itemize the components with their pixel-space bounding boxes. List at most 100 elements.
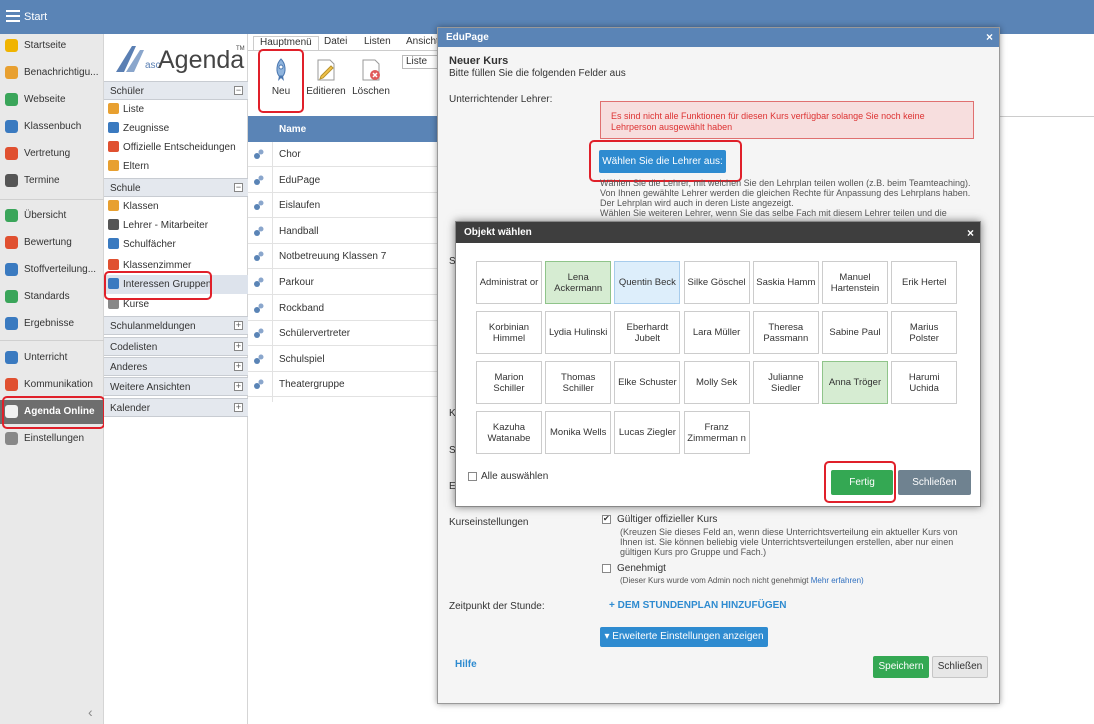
tree-item[interactable]: Liste xyxy=(104,100,248,119)
save-button[interactable]: Speichern xyxy=(873,656,929,678)
approved-checkbox[interactable] xyxy=(602,564,611,573)
teacher-tile[interactable]: Saskia Hamm xyxy=(752,261,819,304)
teacher-tile[interactable]: Franz Zimmerman n xyxy=(683,411,750,454)
teacher-tile[interactable]: Elke Schuster xyxy=(614,361,681,404)
tree-item[interactable]: Zeugnisse xyxy=(104,119,248,138)
list-row[interactable]: Schülervertreter xyxy=(248,321,438,347)
list-row[interactable]: EduPage xyxy=(248,168,438,193)
teacher-tile[interactable]: Thomas Schiller xyxy=(545,361,612,404)
expand-icon[interactable]: + xyxy=(234,382,243,391)
sidebar-item[interactable]: Einstellungen xyxy=(0,427,104,451)
teacher-tile[interactable]: Lucas Ziegler xyxy=(614,411,681,454)
tab-ansicht[interactable]: Ansicht xyxy=(406,36,437,51)
expand-icon[interactable]: + xyxy=(234,321,243,330)
tree-item[interactable]: Lehrer - Mitarbeiter xyxy=(104,216,248,235)
sidebar-item[interactable]: Kommunikation xyxy=(0,373,104,397)
teacher-tile[interactable]: Harumi Uchida xyxy=(891,361,958,404)
sidebar-item[interactable]: Webseite xyxy=(0,88,104,112)
group-icon xyxy=(253,149,264,160)
teacher-tile[interactable]: Monika Wells xyxy=(545,411,612,454)
tab-datei[interactable]: Datei xyxy=(324,36,347,51)
view-select[interactable]: Liste xyxy=(402,55,438,69)
collapse-icon[interactable]: − xyxy=(234,183,243,192)
sidebar-item[interactable]: Übersicht xyxy=(0,204,104,228)
tree-section-header[interactable]: Schüler − xyxy=(104,81,248,100)
tree-section-header[interactable]: Schule − xyxy=(104,178,248,197)
picker-close-button[interactable]: Schließen xyxy=(898,470,971,495)
teacher-tile[interactable]: Administrat or xyxy=(476,261,542,304)
add-to-schedule-link[interactable]: + DEM STUNDENPLAN HINZUFÜGEN xyxy=(609,600,787,611)
teacher-tile[interactable]: Theresa Passmann xyxy=(752,311,819,354)
select-all-checkbox[interactable] xyxy=(468,472,477,481)
sidebar-item[interactable]: Benachrichtigu... xyxy=(0,61,104,85)
list-row[interactable]: Theatergruppe xyxy=(248,372,438,398)
tree-section-header[interactable]: Schulanmeldungen + xyxy=(104,316,248,335)
sidebar-item[interactable]: Ergebnisse xyxy=(0,312,104,336)
tab-listen[interactable]: Listen xyxy=(364,36,391,51)
teacher-tile[interactable]: Sabine Paul xyxy=(822,311,888,354)
edit-button[interactable]: Editieren xyxy=(304,54,348,112)
advanced-settings-button[interactable]: ▾ Erweiterte Einstellungen anzeigen xyxy=(600,627,768,647)
dialog-close-icon[interactable]: × xyxy=(986,30,993,44)
sidebar-item[interactable]: Startseite xyxy=(0,34,104,58)
tree-section-header[interactable]: Weitere Ansichten + xyxy=(104,377,248,396)
tree-section-header[interactable]: Kalender + xyxy=(104,398,248,417)
teacher-tile[interactable]: Lydia Hulinski xyxy=(545,311,612,354)
teacher-tile[interactable]: Erik Hertel xyxy=(891,261,958,304)
tree-item-label: Klassen xyxy=(123,201,159,212)
tree-item-icon xyxy=(108,141,119,152)
teacher-tile[interactable]: Lara Müller xyxy=(683,311,750,354)
tree-section-header[interactable]: Codelisten + xyxy=(104,337,248,356)
teacher-tile[interactable]: Anna Tröger xyxy=(822,361,888,404)
close-button[interactable]: Schließen xyxy=(932,656,988,678)
tree-section-header[interactable]: Anderes + xyxy=(104,357,248,376)
teacher-tile[interactable]: Manuel Hartenstein xyxy=(822,261,888,304)
teacher-tile[interactable]: Kazuha Watanabe xyxy=(476,411,542,454)
official-course-checkbox[interactable] xyxy=(602,514,611,524)
collapse-sidebar-icon[interactable]: ‹ xyxy=(88,704,93,720)
teacher-tile[interactable]: Lena Ackermann xyxy=(545,261,612,304)
sidebar-item[interactable]: Bewertung xyxy=(0,231,104,255)
teacher-tile[interactable]: Marion Schiller xyxy=(476,361,542,404)
teacher-tile[interactable]: Julianne Siedler xyxy=(752,361,819,404)
teacher-tile[interactable]: Marius Polster xyxy=(891,311,958,354)
gear-icon xyxy=(5,432,18,445)
list-row[interactable]: Schulspiel xyxy=(248,347,438,372)
expand-icon[interactable]: + xyxy=(234,342,243,351)
teacher-tile[interactable]: Silke Göschel xyxy=(683,261,750,304)
help-link[interactable]: Hilfe xyxy=(455,659,477,670)
tree-item[interactable]: Klassen xyxy=(104,197,248,216)
person-icon xyxy=(5,147,18,160)
list-row[interactable]: Rockband xyxy=(248,296,438,321)
sidebar-item[interactable]: Unterricht xyxy=(0,346,104,370)
teacher-tile[interactable]: Korbinian Himmel xyxy=(476,311,542,354)
column-name-header[interactable]: Name xyxy=(279,124,306,135)
teacher-tile[interactable]: Molly Sek xyxy=(683,361,750,404)
delete-button[interactable]: Löschen xyxy=(349,54,393,112)
list-row[interactable]: Eislaufen xyxy=(248,193,438,219)
list-row[interactable]: Handball xyxy=(248,219,438,244)
sidebar-item-label: Bewertung xyxy=(24,237,72,248)
sidebar-item[interactable]: Stoffverteilung... xyxy=(0,258,104,282)
collapse-icon[interactable]: − xyxy=(234,86,243,95)
sidebar-item[interactable]: Vertretung xyxy=(0,142,104,166)
picker-close-icon[interactable]: × xyxy=(967,226,974,240)
learn-more-link[interactable]: Mehr erfahren) xyxy=(811,576,864,585)
list-row[interactable]: Parkour xyxy=(248,270,438,295)
official-help-text: (Kreuzen Sie dieses Feld an, wenn diese … xyxy=(620,527,958,537)
teacher-tile[interactable]: Quentin Beck xyxy=(614,261,681,304)
teacher-tile[interactable]: Eberhardt Jubelt xyxy=(614,311,681,354)
list-row[interactable]: Notbetreuung Klassen 7 xyxy=(248,244,438,270)
expand-icon[interactable]: + xyxy=(234,403,243,412)
tree-item[interactable]: Eltern xyxy=(104,157,248,176)
group-icon xyxy=(253,328,264,339)
sidebar-item[interactable]: Termine xyxy=(0,169,104,193)
hamburger-menu-icon[interactable] xyxy=(6,10,20,22)
tree-item[interactable]: Schulfächer xyxy=(104,235,248,254)
sidebar-item[interactable]: Klassenbuch xyxy=(0,115,104,139)
tree-item[interactable]: Offizielle Entscheidungen xyxy=(104,138,248,157)
sidebar-item[interactable]: Standards xyxy=(0,285,104,309)
expand-icon[interactable]: + xyxy=(234,362,243,371)
approved-help: (Dieser Kurs wurde vom Admin noch nicht … xyxy=(620,576,864,586)
list-row[interactable]: Chor xyxy=(248,142,438,167)
